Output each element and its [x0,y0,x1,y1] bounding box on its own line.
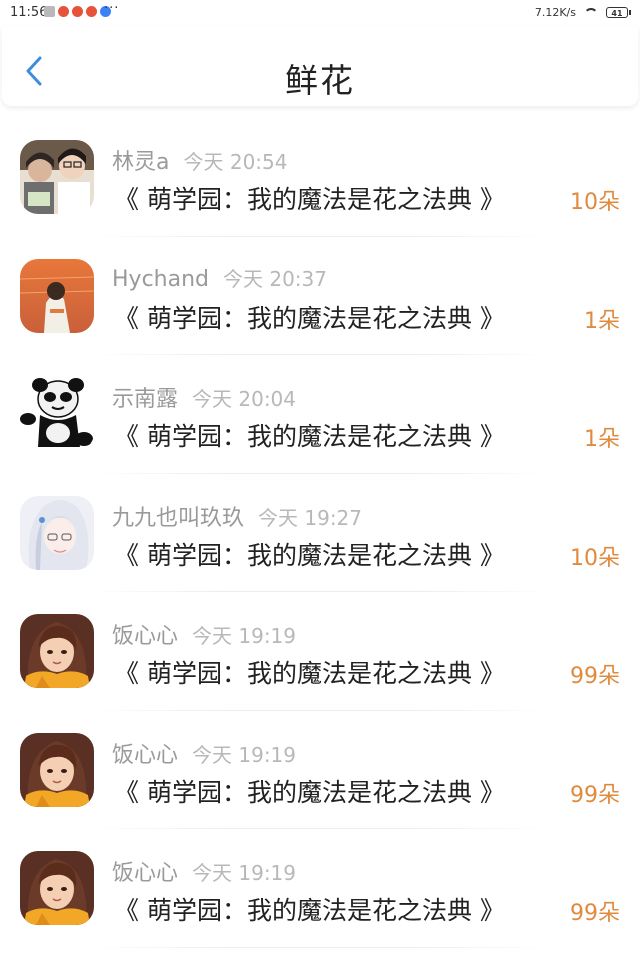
book-title[interactable]: 《 萌学园：我的魔法是花之法典 》 [114,773,505,809]
flower-gift-list: 林灵a 今天 20:54 《 萌学园：我的魔法是花之法典 》 10朵 Hycha… [0,118,640,948]
battery-icon: 41 [606,7,631,18]
divider [90,946,550,948]
gift-time: 今天 19:19 [192,624,297,648]
list-item[interactable]: Hychand 今天 20:37 《 萌学园：我的魔法是花之法典 》 1朵 [0,237,640,355]
gift-time: 今天 19:27 [258,505,363,530]
page-title: 鲜花 [285,61,355,100]
book-title[interactable]: 《 萌学园：我的魔法是花之法典 》 [114,180,505,216]
flower-count: 10朵 [570,190,620,215]
flower-count: 10朵 [570,545,620,571]
gift-time: 今天 19:19 [192,861,297,885]
flower-count: 1朵 [584,308,620,334]
notification-icons [44,6,111,17]
book-title[interactable]: 《 萌学园：我的魔法是花之法典 》 [114,654,505,690]
username: 示南露 今天 20:04 [112,381,296,413]
username-text: Hychand [112,266,209,292]
list-item[interactable]: 示南露 今天 20:04 《 萌学园：我的魔法是花之法典 》 1朵 [0,355,640,474]
username-text: 饭心心 [112,742,179,768]
message-notification-icon [44,6,55,17]
avatar[interactable] [20,140,94,214]
avatar[interactable] [20,851,94,925]
flower-count: 99朵 [570,664,620,689]
username-text: 示南露 [112,387,179,412]
status-bar: 11:56 ··· 7.12K/s 41 [0,0,640,26]
gift-time: 今天 20:54 [183,150,288,174]
list-item[interactable]: 林灵a 今天 20:54 《 萌学园：我的魔法是花之法典 》 10朵 [0,118,640,237]
status-time: 11:56 [10,5,48,20]
book-title[interactable]: 《 萌学园：我的魔法是花之法典 》 [114,891,505,927]
app-notification-icon [58,6,69,17]
list-item[interactable]: 九九也叫玖玖 今天 19:27 《 萌学园：我的魔法是花之法典 》 10朵 [0,474,640,592]
list-item[interactable]: 饭心心 今天 19:19 《 萌学园：我的魔法是花之法典 》 99朵 [0,711,640,829]
book-title[interactable]: 《 萌学园：我的魔法是花之法典 》 [114,417,505,453]
book-title[interactable]: 《 萌学园：我的魔法是花之法典 》 [114,536,505,572]
flower-count: 99朵 [570,782,620,808]
list-item[interactable]: 饭心心 今天 19:19 《 萌学园：我的魔法是花之法典 》 99朵 [0,829,640,948]
app-notification-icon [72,6,83,17]
username: 饭心心 今天 19:19 [112,737,296,769]
more-notifications-icon: ··· [104,1,120,16]
wifi-icon [584,7,598,18]
gift-time: 今天 19:19 [192,742,297,767]
network-speed: 7.12K/s [534,6,576,19]
avatar[interactable] [20,258,94,333]
app-notification-icon [86,6,97,17]
username-text: 九九也叫玖玖 [112,505,245,531]
flower-count: 1朵 [584,427,620,452]
username-text: 林灵a [112,150,170,175]
gift-time: 今天 20:37 [223,266,327,291]
username-text: 饭心心 [112,624,179,649]
list-item[interactable]: 饭心心 今天 19:19 《 萌学园：我的魔法是花之法典 》 99朵 [0,592,640,711]
username-text: 饭心心 [112,861,179,886]
flower-count: 99朵 [570,901,620,926]
username: 林灵a 今天 20:54 [112,144,287,176]
gift-time: 今天 20:04 [192,387,297,411]
navigation-bar: 鲜花 [2,26,638,106]
avatar[interactable] [20,377,94,451]
username: 九九也叫玖玖 今天 19:27 [112,500,362,532]
username: 饭心心 今天 19:19 [112,618,296,650]
username: Hychand 今天 20:37 [112,263,327,292]
username: 饭心心 今天 19:19 [112,855,296,887]
avatar[interactable] [20,614,94,688]
avatar[interactable] [20,732,94,807]
avatar[interactable] [20,495,94,570]
book-title[interactable]: 《 萌学园：我的魔法是花之法典 》 [114,299,505,335]
